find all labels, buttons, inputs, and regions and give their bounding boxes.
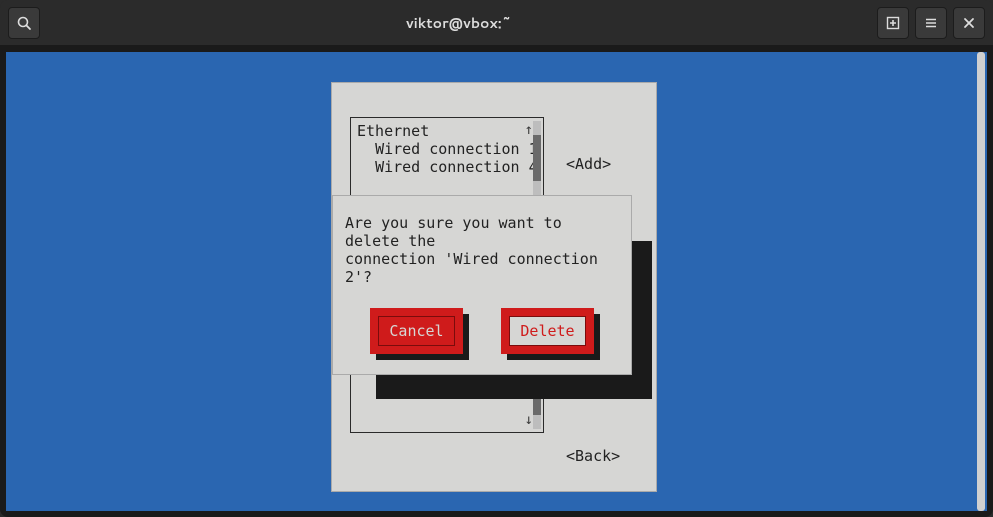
dialog-message-line: connection 'Wired connection 2'? <box>345 250 619 286</box>
new-tab-icon <box>885 15 901 31</box>
delete-button[interactable]: Delete <box>501 308 593 354</box>
cancel-button[interactable]: Cancel <box>370 308 462 354</box>
scroll-down-icon[interactable]: ↓ <box>525 412 533 428</box>
close-window-button[interactable] <box>953 7 985 39</box>
list-heading: Ethernet <box>357 122 429 140</box>
scrollbar-thumb[interactable] <box>977 52 985 511</box>
nmtui-panel: Ethernet Wired connection 1 Wired connec… <box>331 82 657 492</box>
delete-label: Delete <box>509 316 585 346</box>
menu-button[interactable] <box>915 7 947 39</box>
hamburger-icon <box>923 15 939 31</box>
terminal-scrollbar[interactable] <box>975 52 987 511</box>
search-button[interactable] <box>8 7 40 39</box>
terminal[interactable]: Ethernet Wired connection 1 Wired connec… <box>6 52 987 511</box>
add-action[interactable]: <Add> <box>566 155 674 173</box>
titlebar: viktor@vbox:~ <box>0 0 993 46</box>
confirm-dialog: Are you sure you want to delete the conn… <box>332 195 632 375</box>
confirm-dialog-wrap: Are you sure you want to delete the conn… <box>332 195 640 375</box>
close-icon <box>961 15 977 31</box>
search-icon <box>16 15 32 31</box>
window-title: viktor@vbox:~ <box>406 13 511 33</box>
dialog-buttons: Cancel Delete <box>333 308 631 354</box>
nmtui-main: Ethernet Wired connection 1 Wired connec… <box>331 82 665 492</box>
app-window: viktor@vbox:~ Ethernet Wired conne <box>0 0 993 517</box>
cancel-label: Cancel <box>378 316 454 346</box>
connection-list: Ethernet Wired connection 1 Wired connec… <box>351 118 543 180</box>
dialog-message-line: Are you sure you want to delete the <box>345 214 619 250</box>
list-item[interactable]: Wired connection 4 <box>375 158 538 176</box>
dialog-message: Are you sure you want to delete the conn… <box>345 214 619 286</box>
new-tab-button[interactable] <box>877 7 909 39</box>
scrollbar-knob[interactable] <box>533 135 541 181</box>
client-area: Ethernet Wired connection 1 Wired connec… <box>0 46 993 517</box>
list-item[interactable]: Wired connection 1 <box>375 140 538 158</box>
scroll-up-icon[interactable]: ↑ <box>525 122 533 138</box>
back-action[interactable]: <Back> <box>566 447 620 465</box>
